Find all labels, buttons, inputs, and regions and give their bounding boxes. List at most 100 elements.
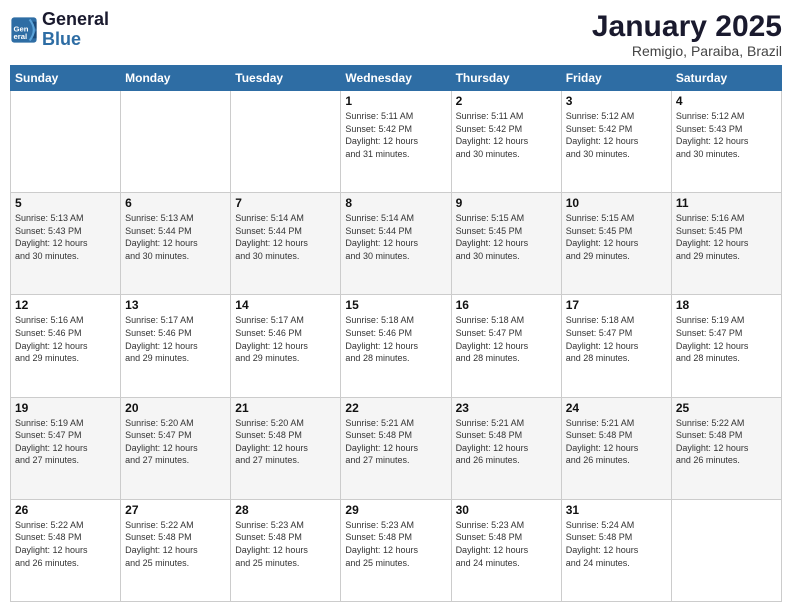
page: Gen eral General Blue January 2025 Remig… — [0, 0, 792, 612]
day-info: Sunrise: 5:13 AM Sunset: 5:44 PM Dayligh… — [125, 212, 226, 262]
calendar-cell: 18 Sunrise: 5:19 AM Sunset: 5:47 PM Dayli… — [671, 295, 781, 397]
day-info: Sunrise: 5:15 AM Sunset: 5:45 PM Dayligh… — [566, 212, 667, 262]
day-number: 1 — [345, 94, 446, 108]
day-number: 28 — [235, 503, 336, 517]
day-number: 13 — [125, 298, 226, 312]
calendar-cell: 9Sunrise: 5:15 AM Sunset: 5:45 PM Daylig… — [451, 193, 561, 295]
day-header-wednesday: Wednesday — [341, 66, 451, 91]
day-number: 31 — [566, 503, 667, 517]
day-info: Sunrise: 5:23 AM Sunset: 5:48 PM Dayligh… — [456, 519, 557, 569]
calendar-cell: 22 Sunrise: 5:21 AM Sunset: 5:48 PM Dayli… — [341, 397, 451, 499]
title-block: January 2025 Remigio, Paraiba, Brazil — [592, 10, 782, 59]
day-info: Sunrise: 5:19 AM Sunset: 5:47 PM Dayligh… — [676, 314, 777, 364]
calendar-cell: 20Sunrise: 5:20 AM Sunset: 5:47 PM Dayli… — [121, 397, 231, 499]
day-number: 27 — [125, 503, 226, 517]
calendar-cell: 6 Sunrise: 5:13 AM Sunset: 5:44 PM Daylig… — [121, 193, 231, 295]
calendar-cell: 12 Sunrise: 5:16 AM Sunset: 5:46 PM Dayli… — [11, 295, 121, 397]
day-number: 11 — [676, 196, 777, 210]
calendar-cell: 3 Sunrise: 5:12 AM Sunset: 5:42 PM Daylig… — [561, 91, 671, 193]
day-number: 25 — [676, 401, 777, 415]
day-info: Sunrise: 5:23 AM Sunset: 5:48 PM Dayligh… — [345, 519, 446, 569]
subtitle: Remigio, Paraiba, Brazil — [592, 43, 782, 59]
day-info: Sunrise: 5:24 AM Sunset: 5:48 PM Dayligh… — [566, 519, 667, 569]
calendar-cell: 25Sunrise: 5:22 AM Sunset: 5:48 PM Dayli… — [671, 397, 781, 499]
calendar-cell: 27 Sunrise: 5:22 AM Sunset: 5:48 PM Dayli… — [121, 499, 231, 601]
svg-text:eral: eral — [14, 32, 28, 41]
week-row: 1 Sunrise: 5:11 AM Sunset: 5:42 PM Daylig… — [11, 91, 782, 193]
day-info: Sunrise: 5:11 AM Sunset: 5:42 PM Dayligh… — [456, 110, 557, 160]
logo-text: General Blue — [42, 10, 109, 50]
day-info: Sunrise: 5:21 AM Sunset: 5:48 PM Dayligh… — [566, 417, 667, 467]
calendar-cell: 10 Sunrise: 5:15 AM Sunset: 5:45 PM Dayli… — [561, 193, 671, 295]
day-info: Sunrise: 5:17 AM Sunset: 5:46 PM Dayligh… — [235, 314, 336, 364]
day-info: Sunrise: 5:15 AM Sunset: 5:45 PM Dayligh… — [456, 212, 557, 262]
day-number: 26 — [15, 503, 116, 517]
day-number: 10 — [566, 196, 667, 210]
header: Gen eral General Blue January 2025 Remig… — [10, 10, 782, 59]
calendar-cell: 16Sunrise: 5:18 AM Sunset: 5:47 PM Dayli… — [451, 295, 561, 397]
day-number: 4 — [676, 94, 777, 108]
day-number: 15 — [345, 298, 446, 312]
day-info: Sunrise: 5:21 AM Sunset: 5:48 PM Dayligh… — [456, 417, 557, 467]
day-info: Sunrise: 5:14 AM Sunset: 5:44 PM Dayligh… — [345, 212, 446, 262]
day-info: Sunrise: 5:21 AM Sunset: 5:48 PM Dayligh… — [345, 417, 446, 467]
day-info: Sunrise: 5:16 AM Sunset: 5:46 PM Dayligh… — [15, 314, 116, 364]
week-row: 19Sunrise: 5:19 AM Sunset: 5:47 PM Dayli… — [11, 397, 782, 499]
day-number: 24 — [566, 401, 667, 415]
calendar-cell — [11, 91, 121, 193]
day-header-saturday: Saturday — [671, 66, 781, 91]
day-number: 29 — [345, 503, 446, 517]
day-info: Sunrise: 5:23 AM Sunset: 5:48 PM Dayligh… — [235, 519, 336, 569]
week-row: 26 Sunrise: 5:22 AM Sunset: 5:48 PM Dayli… — [11, 499, 782, 601]
day-info: Sunrise: 5:12 AM Sunset: 5:43 PM Dayligh… — [676, 110, 777, 160]
day-number: 12 — [15, 298, 116, 312]
calendar-cell: 14 Sunrise: 5:17 AM Sunset: 5:46 PM Dayli… — [231, 295, 341, 397]
day-header-monday: Monday — [121, 66, 231, 91]
calendar-cell: 28 Sunrise: 5:23 AM Sunset: 5:48 PM Dayli… — [231, 499, 341, 601]
week-row: 12 Sunrise: 5:16 AM Sunset: 5:46 PM Dayli… — [11, 295, 782, 397]
day-info: Sunrise: 5:16 AM Sunset: 5:45 PM Dayligh… — [676, 212, 777, 262]
week-row: 5Sunrise: 5:13 AM Sunset: 5:43 PM Daylig… — [11, 193, 782, 295]
logo: Gen eral General Blue — [10, 10, 109, 50]
calendar-cell — [231, 91, 341, 193]
calendar-cell — [671, 499, 781, 601]
calendar-cell: 30Sunrise: 5:23 AM Sunset: 5:48 PM Dayli… — [451, 499, 561, 601]
calendar-cell: 24 Sunrise: 5:21 AM Sunset: 5:48 PM Dayli… — [561, 397, 671, 499]
day-header-tuesday: Tuesday — [231, 66, 341, 91]
day-header-friday: Friday — [561, 66, 671, 91]
calendar-cell: 17 Sunrise: 5:18 AM Sunset: 5:47 PM Dayli… — [561, 295, 671, 397]
day-number: 19 — [15, 401, 116, 415]
day-header-thursday: Thursday — [451, 66, 561, 91]
day-number: 2 — [456, 94, 557, 108]
day-info: Sunrise: 5:18 AM Sunset: 5:47 PM Dayligh… — [566, 314, 667, 364]
day-info: Sunrise: 5:12 AM Sunset: 5:42 PM Dayligh… — [566, 110, 667, 160]
calendar-cell: 26Sunrise: 5:22 AM Sunset: 5:48 PM Dayli… — [11, 499, 121, 601]
day-number: 6 — [125, 196, 226, 210]
day-number: 16 — [456, 298, 557, 312]
calendar-cell: 5Sunrise: 5:13 AM Sunset: 5:43 PM Daylig… — [11, 193, 121, 295]
day-number: 14 — [235, 298, 336, 312]
day-info: Sunrise: 5:11 AM Sunset: 5:42 PM Dayligh… — [345, 110, 446, 160]
day-number: 8 — [345, 196, 446, 210]
calendar-cell: 7Sunrise: 5:14 AM Sunset: 5:44 PM Daylig… — [231, 193, 341, 295]
logo-icon: Gen eral — [10, 16, 38, 44]
day-number: 17 — [566, 298, 667, 312]
calendar-cell: 2 Sunrise: 5:11 AM Sunset: 5:42 PM Daylig… — [451, 91, 561, 193]
calendar-cell — [121, 91, 231, 193]
day-number: 23 — [456, 401, 557, 415]
day-info: Sunrise: 5:22 AM Sunset: 5:48 PM Dayligh… — [125, 519, 226, 569]
calendar-cell: 13 Sunrise: 5:17 AM Sunset: 5:46 PM Dayli… — [121, 295, 231, 397]
calendar-cell: 31 Sunrise: 5:24 AM Sunset: 5:48 PM Dayli… — [561, 499, 671, 601]
day-info: Sunrise: 5:13 AM Sunset: 5:43 PM Dayligh… — [15, 212, 116, 262]
day-number: 21 — [235, 401, 336, 415]
main-title: January 2025 — [592, 10, 782, 43]
day-number: 22 — [345, 401, 446, 415]
day-info: Sunrise: 5:20 AM Sunset: 5:48 PM Dayligh… — [235, 417, 336, 467]
day-info: Sunrise: 5:17 AM Sunset: 5:46 PM Dayligh… — [125, 314, 226, 364]
calendar-cell: 11 Sunrise: 5:16 AM Sunset: 5:45 PM Dayli… — [671, 193, 781, 295]
calendar-cell: 19Sunrise: 5:19 AM Sunset: 5:47 PM Dayli… — [11, 397, 121, 499]
calendar-cell: 29 Sunrise: 5:23 AM Sunset: 5:48 PM Dayli… — [341, 499, 451, 601]
day-number: 18 — [676, 298, 777, 312]
calendar-cell: 23 Sunrise: 5:21 AM Sunset: 5:48 PM Dayli… — [451, 397, 561, 499]
day-number: 3 — [566, 94, 667, 108]
